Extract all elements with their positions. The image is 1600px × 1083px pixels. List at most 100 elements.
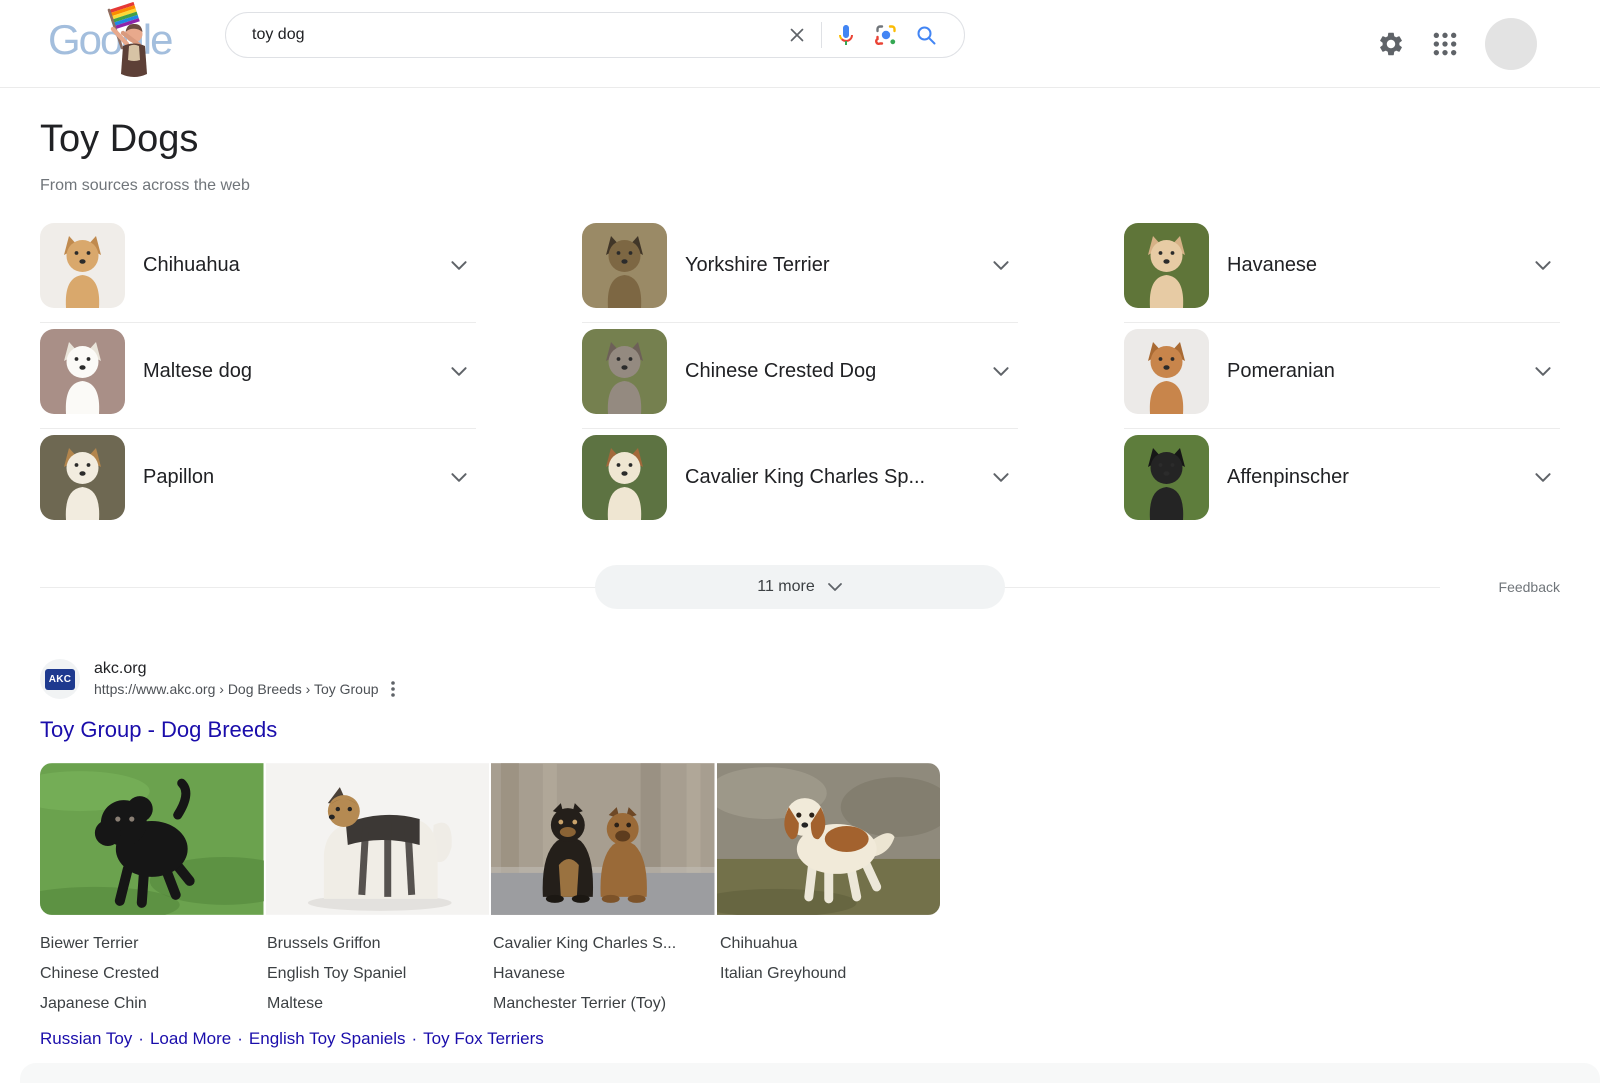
breeds-grid: Chihuahua Yorkshire Terrier Havanese Mal… [40,223,1560,541]
result-title-link[interactable]: Toy Group - Dog Breeds [40,717,277,743]
breed-card-pomeranian[interactable]: Pomeranian [1124,329,1560,429]
result-photo-biewer-terrier[interactable] [266,763,490,915]
breed-thumbnail [1124,435,1209,520]
breed-name: Affenpinscher [1227,466,1516,489]
sublink-russian-toy[interactable]: Russian Toy [40,1029,132,1048]
breed-card-affenpinscher[interactable]: Affenpinscher [1124,435,1560,535]
breed-name: Yorkshire Terrier [685,254,974,277]
breed-card-cavalier-king-charles[interactable]: Cavalier King Charles Sp... [582,435,1018,535]
lens-icon [874,23,898,47]
breed-thumbnail [40,435,125,520]
link-separator: · [231,1029,249,1048]
site-favicon: AKC [40,659,80,699]
close-icon [788,26,806,44]
sublink-english-toy-spaniels[interactable]: English Toy Spaniels [249,1029,406,1048]
breed-card-chihuahua[interactable]: Chihuahua [40,223,476,323]
breed-name: Havanese [1227,254,1516,277]
search-divider [821,22,822,48]
chevron-down-icon[interactable] [992,260,1010,271]
breed-thumbnail [1124,223,1209,308]
apps-grid-icon [1433,32,1457,56]
account-avatar[interactable] [1485,18,1537,70]
breed-list-item: Manchester Terrier (Toy) [493,989,720,1019]
search-input[interactable] [252,26,777,44]
result-photo-brussels-griffons[interactable] [491,763,715,915]
breadcrumb: https://www.akc.org › Dog Breeds › Toy G… [94,680,379,699]
breed-card-havanese[interactable]: Havanese [1124,223,1560,323]
chevron-down-icon[interactable] [1534,366,1552,377]
breed-list-item: Italian Greyhound [720,959,846,989]
more-row: 11 more Feedback [40,565,1560,609]
search-submit-button[interactable] [906,15,946,55]
chevron-down-icon [827,582,843,592]
site-name: akc.org [94,659,397,679]
akc-favicon-icon: AKC [45,669,75,690]
breeds-section: Toy Dogs From sources across the web Chi… [0,118,1600,541]
breed-list-item: Japanese Chin [40,989,267,1019]
breed-name: Chinese Crested Dog [685,360,974,383]
search-icon [914,23,938,47]
breed-thumbnail [582,329,667,414]
breed-card-chinese-crested[interactable]: Chinese Crested Dog [582,329,1018,429]
page-title: Toy Dogs [40,118,1560,161]
breed-list-item: Chinese Crested [40,959,267,989]
feedback-link[interactable]: Feedback [1485,579,1560,595]
breed-name: Papillon [143,466,432,489]
result-photo-cavalier[interactable] [717,763,941,915]
result-photo-black-dog[interactable] [40,763,264,915]
breed-card-yorkshire-terrier[interactable]: Yorkshire Terrier [582,223,1018,323]
breed-name: Pomeranian [1227,360,1516,383]
chevron-down-icon[interactable] [992,472,1010,483]
breed-list-item: Maltese [267,989,493,1019]
result-sublinks: Russian Toy·Load More·English Toy Spanie… [40,1029,1560,1049]
settings-button[interactable] [1377,30,1405,58]
more-options-button[interactable] [389,679,397,699]
show-more-button[interactable]: 11 more [595,565,1005,609]
breed-card-maltese[interactable]: Maltese dog [40,329,476,429]
breed-list-item: English Toy Spaniel [267,959,493,989]
microphone-icon [834,23,858,47]
breed-name: Chihuahua [143,254,432,277]
chevron-down-icon[interactable] [992,366,1010,377]
sublink-toy-fox-terriers[interactable]: Toy Fox Terriers [423,1029,544,1048]
search-box[interactable] [225,12,965,58]
search-result-akc: AKC akc.org https://www.akc.org › Dog Br… [0,659,1600,1049]
result-photo-strip [40,763,940,915]
chevron-down-icon[interactable] [450,260,468,271]
breed-name: Maltese dog [143,360,432,383]
doodle-figure-icon [96,2,170,84]
gear-icon [1377,30,1405,58]
breed-card-papillon[interactable]: Papillon [40,435,476,535]
apps-menu-button[interactable] [1433,32,1457,56]
chevron-down-icon[interactable] [450,472,468,483]
breed-thumbnail [582,435,667,520]
breed-list-item: Cavalier King Charles S... [493,929,720,959]
breed-thumbnail [40,223,125,308]
breed-list-column: Brussels Griffon English Toy Spaniel Mal… [267,929,493,1019]
google-lens-button[interactable] [866,15,906,55]
voice-search-button[interactable] [826,15,866,55]
result-site-row[interactable]: AKC akc.org https://www.akc.org › Dog Br… [40,659,1560,699]
chevron-down-icon[interactable] [1534,260,1552,271]
sublink-load-more[interactable]: Load More [150,1029,231,1048]
breed-thumbnail [1124,329,1209,414]
breed-thumbnail [582,223,667,308]
header-actions [1377,0,1537,88]
breed-list-column: Chihuahua Italian Greyhound [720,929,846,1019]
breed-list-column: Cavalier King Charles S... Havanese Manc… [493,929,720,1019]
clear-search-button[interactable] [777,15,817,55]
header: Google [0,0,1600,88]
chevron-down-icon[interactable] [1534,472,1552,483]
result-breed-lists: Biewer Terrier Chinese Crested Japanese … [40,929,1560,1019]
breed-list-item: Chihuahua [720,929,846,959]
next-section-peek [20,1063,1600,1083]
breed-thumbnail [40,329,125,414]
show-more-label: 11 more [757,578,815,596]
breed-list-item: Biewer Terrier [40,929,267,959]
page-subtitle: From sources across the web [40,177,1560,195]
link-separator: · [405,1029,423,1048]
google-logo[interactable]: Google [48,14,198,74]
link-separator: · [132,1029,150,1048]
three-dot-menu-icon [391,681,395,697]
chevron-down-icon[interactable] [450,366,468,377]
